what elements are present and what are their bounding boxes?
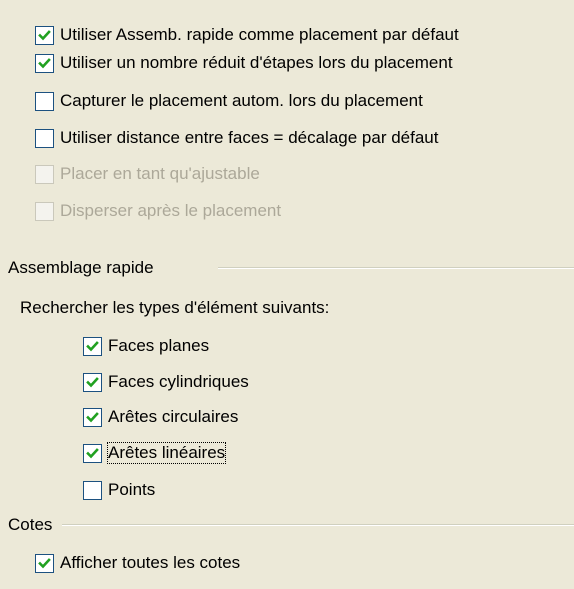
option-label: Utiliser Assemb. rapide comme placement … [60,25,459,44]
item-label: Arêtes circulaires [108,407,239,426]
checkbox-faces-planes[interactable] [83,336,102,356]
item-label: Faces cylindriques [108,372,249,391]
option-label: Utiliser distance entre faces = décalage… [60,128,439,147]
option-label: Capturer le placement autom. lors du pla… [60,91,423,110]
option-reduced-steps[interactable]: Utiliser un nombre réduit d'étapes lors … [35,51,453,75]
option-disperse-after-placement: Disperser après le placement [35,199,281,223]
check-icon [86,376,99,387]
option-face-distance-offset[interactable]: Utiliser distance entre faces = décalage… [35,126,438,150]
group-title-text: Assemblage rapide [8,258,154,277]
options-panel: Utiliser Assemb. rapide comme placement … [0,0,574,589]
search-types-label: Rechercher les types d'élément suivants: [20,298,330,317]
option-capture-auto-placement[interactable]: Capturer le placement autom. lors du pla… [35,89,423,113]
checkbox-afficher-cotes[interactable] [35,553,54,573]
item-points[interactable]: Points [83,478,155,502]
group-separator [218,267,574,269]
check-icon [38,557,51,568]
item-faces-planes[interactable]: Faces planes [83,334,209,358]
checkbox-points[interactable] [83,480,102,500]
checkbox-capture-auto-placement[interactable] [35,91,54,111]
option-place-adjustable: Placer en tant qu'ajustable [35,162,260,186]
item-label: Points [108,480,156,499]
checkbox-faces-cylindriques[interactable] [83,372,102,392]
item-label: Faces planes [108,336,210,355]
group-title-text: Cotes [8,515,53,534]
item-aretes-lineaires[interactable]: Arêtes linéaires [83,441,227,465]
check-icon [38,29,51,40]
option-label: Disperser après le placement [60,201,282,220]
checkbox-place-adjustable [35,164,54,184]
item-faces-cylindriques[interactable]: Faces cylindriques [83,370,249,394]
group-separator [62,524,574,526]
check-icon [86,411,99,422]
option-quick-mate-default[interactable]: Utiliser Assemb. rapide comme placement … [35,23,459,47]
checkbox-disperse-after-placement [35,201,54,221]
group-title-cotes: Cotes [8,513,52,537]
checkbox-face-distance-offset[interactable] [35,128,54,148]
check-icon [86,340,99,351]
group-title-assemblage-rapide: Assemblage rapide [8,256,154,280]
item-afficher-cotes[interactable]: Afficher toutes les cotes [35,551,240,575]
item-aretes-circulaires[interactable]: Arêtes circulaires [83,405,238,429]
checkbox-aretes-circulaires[interactable] [83,407,102,427]
checkbox-reduced-steps[interactable] [35,53,54,73]
check-icon [38,57,51,68]
checkbox-quick-mate-default[interactable] [35,25,54,45]
item-label: Arêtes linéaires [106,442,227,464]
option-label: Utiliser un nombre réduit d'étapes lors … [60,53,453,72]
option-label: Placer en tant qu'ajustable [60,164,260,183]
checkbox-aretes-lineaires[interactable] [83,443,102,463]
check-icon [86,447,99,458]
item-label: Afficher toutes les cotes [60,553,241,572]
